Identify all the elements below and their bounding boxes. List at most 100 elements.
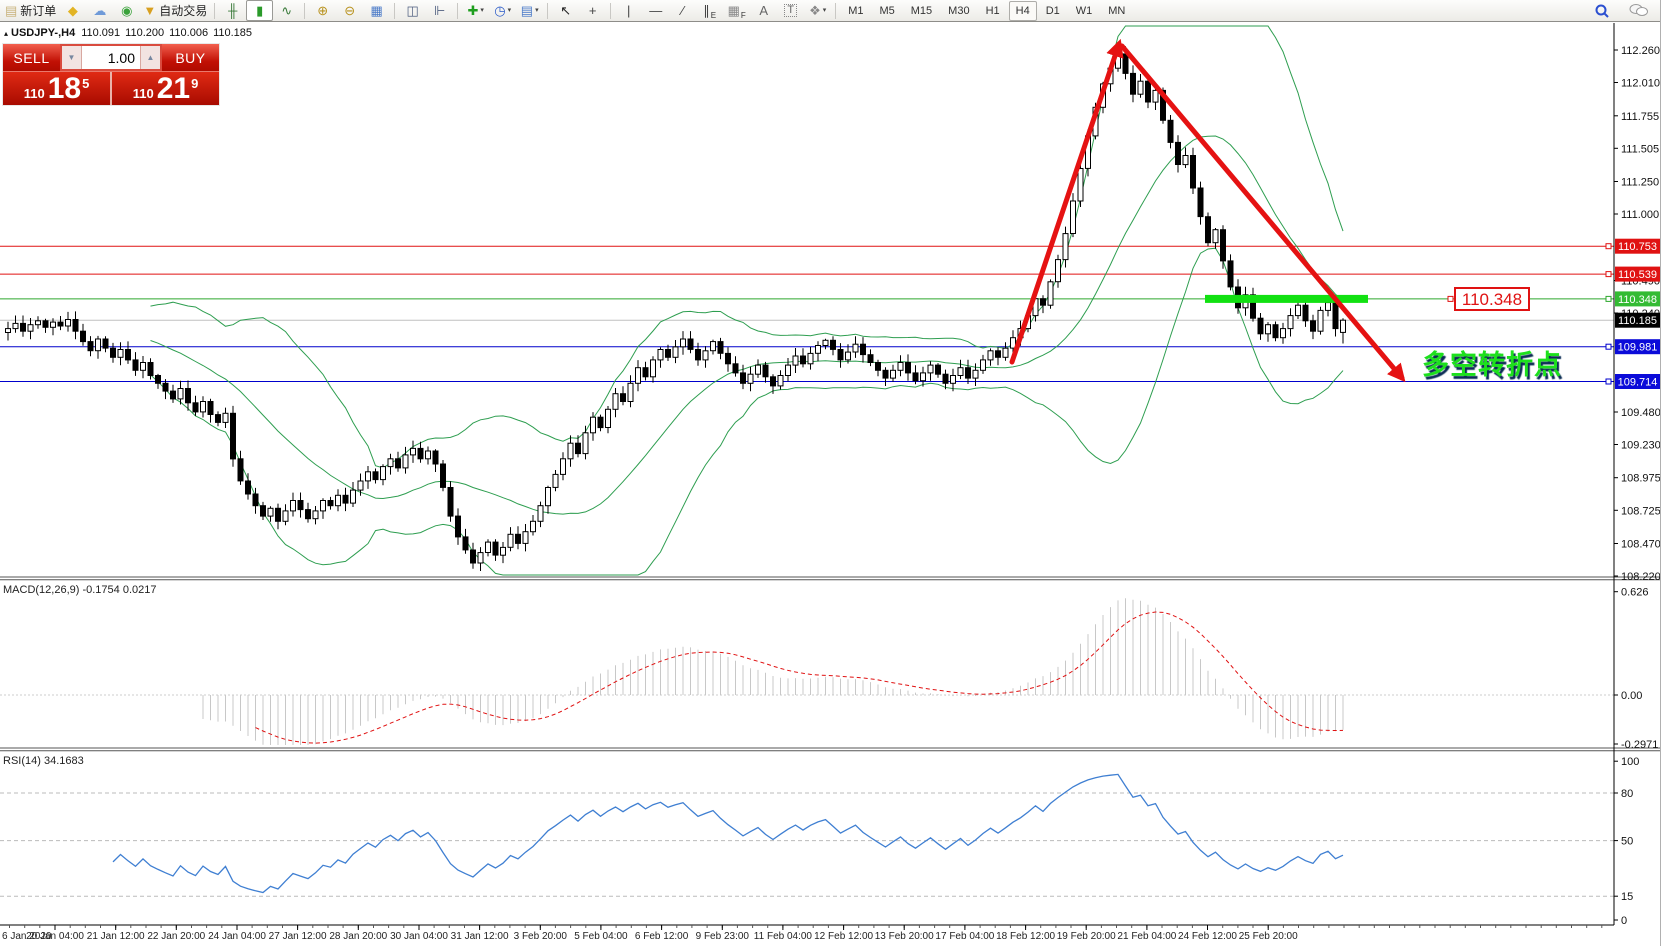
signal-button[interactable]: ◉: [113, 0, 140, 21]
svg-text:111.000: 111.000: [1621, 209, 1659, 221]
new-order-button-label: 新订单: [20, 5, 56, 17]
timeframe-d1[interactable]: D1: [1039, 1, 1067, 21]
buy-button[interactable]: BUY: [162, 44, 219, 71]
volume-input[interactable]: [82, 46, 140, 69]
svg-text:11 Feb 04:00: 11 Feb 04:00: [754, 931, 813, 942]
svg-text:20 Jan 04:00: 20 Jan 04:00: [26, 931, 84, 942]
auto-scroll-icon: ◫: [407, 4, 419, 17]
sell-button[interactable]: SELL: [3, 44, 60, 71]
equidistant-channel-icon: ∥: [703, 4, 710, 17]
buy-price-sup: 9: [191, 76, 198, 91]
candlestick-chart-icon: ▮: [256, 4, 263, 17]
zoom-in-icon: ⊕: [317, 4, 328, 17]
bar-chart-button[interactable]: ╫: [219, 0, 246, 21]
signal-icon: ◉: [121, 4, 132, 17]
volume-decrease-button[interactable]: ▼: [62, 46, 82, 69]
toolbar-separator: [835, 3, 836, 19]
macd-label: MACD(12,26,9) -0.1754 0.0217: [3, 584, 156, 596]
svg-text:108.725: 108.725: [1621, 505, 1661, 517]
arrows-button[interactable]: ❖▾: [804, 0, 831, 21]
line-chart-icon: ∿: [281, 4, 292, 17]
svg-text:110.753: 110.753: [1618, 241, 1657, 253]
chat-button[interactable]: [1625, 0, 1652, 21]
top-toolbar: ▤新订单◆☁◉▼自动交易╫▮∿⊕⊖▦◫⊩✚▾◷▾▤▾↖+|—∕∥E▦FAT❖▾M…: [0, 0, 1660, 22]
timeframe-m15[interactable]: M15: [904, 1, 939, 21]
timeframe-h1[interactable]: H1: [979, 1, 1007, 21]
equidistant-channel-button[interactable]: ∥E: [696, 0, 723, 21]
fibonacci-button[interactable]: ▦F: [723, 0, 750, 21]
sell-price[interactable]: 110 18 5: [3, 72, 110, 105]
toolbar-right-group: [1588, 0, 1652, 21]
chevron-down-icon: ▾: [480, 7, 484, 14]
zoom-in-button[interactable]: ⊕: [309, 0, 336, 21]
symbol-header: ▴USDJPY-,H4110.091110.200110.006110.185: [4, 27, 257, 39]
text-icon: A: [759, 4, 768, 17]
svg-text:108.220: 108.220: [1621, 571, 1661, 583]
market-watch-button[interactable]: ◆: [59, 0, 86, 21]
tile-windows-button[interactable]: ▦: [363, 0, 390, 21]
market-watch-icon: ◆: [68, 4, 78, 17]
svg-text:24 Jan 04:00: 24 Jan 04:00: [208, 931, 266, 942]
zoom-out-button[interactable]: ⊖: [336, 0, 363, 21]
periods-icon: ◷: [494, 4, 505, 17]
horizontal-line-button[interactable]: —: [642, 0, 669, 21]
svg-text:110.348: 110.348: [1618, 294, 1657, 306]
autotrade-button[interactable]: ▼自动交易: [140, 0, 210, 21]
chat-icon: [1629, 3, 1649, 18]
timeframe-w1[interactable]: W1: [1069, 1, 1100, 21]
timeframe-h4[interactable]: H4: [1009, 1, 1037, 21]
svg-text:109.230: 109.230: [1621, 440, 1661, 452]
svg-text:25 Feb 20:00: 25 Feb 20:00: [1239, 931, 1298, 942]
tile-windows-icon: ▦: [371, 4, 383, 17]
toolbar-separator: [394, 3, 395, 19]
data-window-button[interactable]: ☁: [86, 0, 113, 21]
svg-text:110.539: 110.539: [1618, 269, 1657, 281]
timeframe-m1[interactable]: M1: [841, 1, 870, 21]
crosshair-icon: +: [589, 4, 597, 17]
auto-scroll-button[interactable]: ◫: [399, 0, 426, 21]
add-indicator-button[interactable]: ✚▾: [462, 0, 489, 21]
buy-price-prefix: 110: [133, 86, 154, 101]
toolbar-separator: [457, 3, 458, 19]
trendline-button[interactable]: ∕: [669, 0, 696, 21]
text-button[interactable]: A: [750, 0, 777, 21]
toolbar-separator: [214, 3, 215, 19]
svg-text:111.250: 111.250: [1621, 177, 1659, 189]
arrows-icon: ❖: [809, 4, 821, 17]
toolbar-separator: [610, 3, 611, 19]
data-window-icon: ☁: [93, 4, 106, 17]
svg-text:0: 0: [1621, 915, 1627, 927]
timeframe-m5[interactable]: M5: [872, 1, 901, 21]
chevron-down-icon: ▾: [823, 7, 827, 14]
search-button[interactable]: [1588, 0, 1615, 21]
fibonacci-icon: ▦: [728, 4, 740, 17]
buy-price-main: 21: [157, 72, 190, 106]
line-chart-button[interactable]: ∿: [273, 0, 300, 21]
sell-price-prefix: 110: [24, 86, 45, 101]
collapse-triangle-icon[interactable]: ▴: [4, 29, 8, 38]
timeframe-mn[interactable]: MN: [1101, 1, 1132, 21]
sell-price-sup: 5: [82, 76, 89, 91]
templates-button[interactable]: ▤▾: [516, 0, 543, 21]
cursor-button[interactable]: ↖: [552, 0, 579, 21]
one-click-trading-panel: SELL ▼ ▲ BUY 110 18 5 110 21 9: [3, 44, 219, 105]
volume-increase-button[interactable]: ▲: [140, 46, 160, 69]
sell-price-main: 18: [48, 72, 81, 106]
text-label-button[interactable]: T: [777, 0, 804, 21]
vertical-line-button[interactable]: |: [615, 0, 642, 21]
timeframe-m30[interactable]: M30: [941, 1, 976, 21]
new-order-button[interactable]: ▤新订单: [2, 0, 59, 21]
svg-text:0.626: 0.626: [1621, 587, 1649, 599]
svg-text:110.348: 110.348: [1462, 290, 1522, 309]
crosshair-button[interactable]: +: [579, 0, 606, 21]
periods-button[interactable]: ◷▾: [489, 0, 516, 21]
buy-price[interactable]: 110 21 9: [112, 72, 219, 105]
svg-text:28 Jan 20:00: 28 Jan 20:00: [329, 931, 387, 942]
zoom-out-icon: ⊖: [344, 4, 355, 17]
chart-shift-button[interactable]: ⊩: [426, 0, 453, 21]
toolbar-separator: [547, 3, 548, 19]
candlestick-chart-button[interactable]: ▮: [246, 0, 273, 21]
vertical-line-icon: |: [627, 4, 630, 17]
svg-text:109.714: 109.714: [1618, 377, 1658, 389]
chart-canvas[interactable]: 112.260112.010111.755111.505111.250111.0…: [0, 23, 1661, 946]
